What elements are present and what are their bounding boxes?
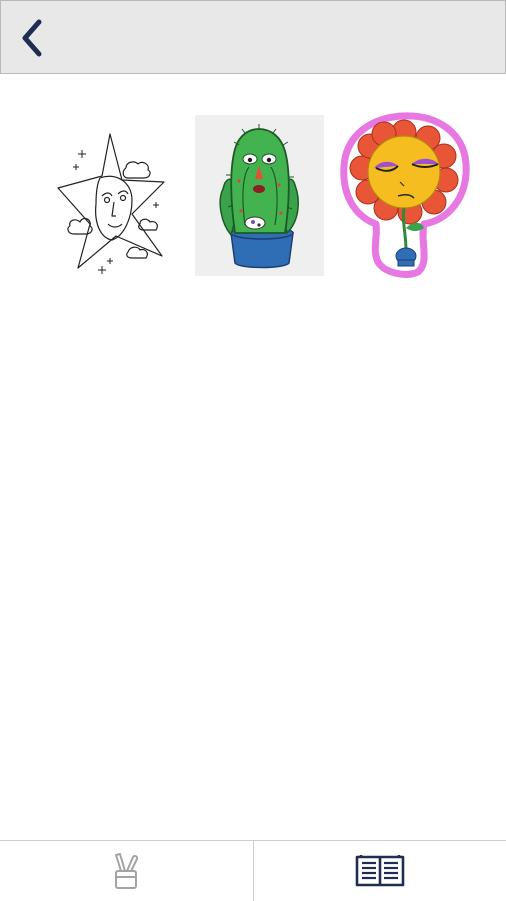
gallery-item-sunflower[interactable] [340, 112, 470, 278]
back-button[interactable] [11, 15, 51, 61]
bottom-navigation [0, 840, 506, 901]
chevron-left-icon [19, 18, 43, 58]
sunflower-sticker [340, 112, 470, 278]
tab-gallery[interactable] [253, 841, 506, 901]
gallery-item-cactus[interactable] [195, 115, 324, 276]
tab-draw[interactable] [0, 841, 253, 901]
star-face-drawing [52, 128, 172, 280]
gallery-item-star-face[interactable] [52, 128, 172, 280]
top-bar [0, 0, 506, 74]
open-book-icon [355, 852, 405, 890]
cactus-drawing [195, 115, 324, 276]
paint-brushes-cup-icon [111, 851, 141, 891]
drawing-gallery [0, 110, 506, 282]
